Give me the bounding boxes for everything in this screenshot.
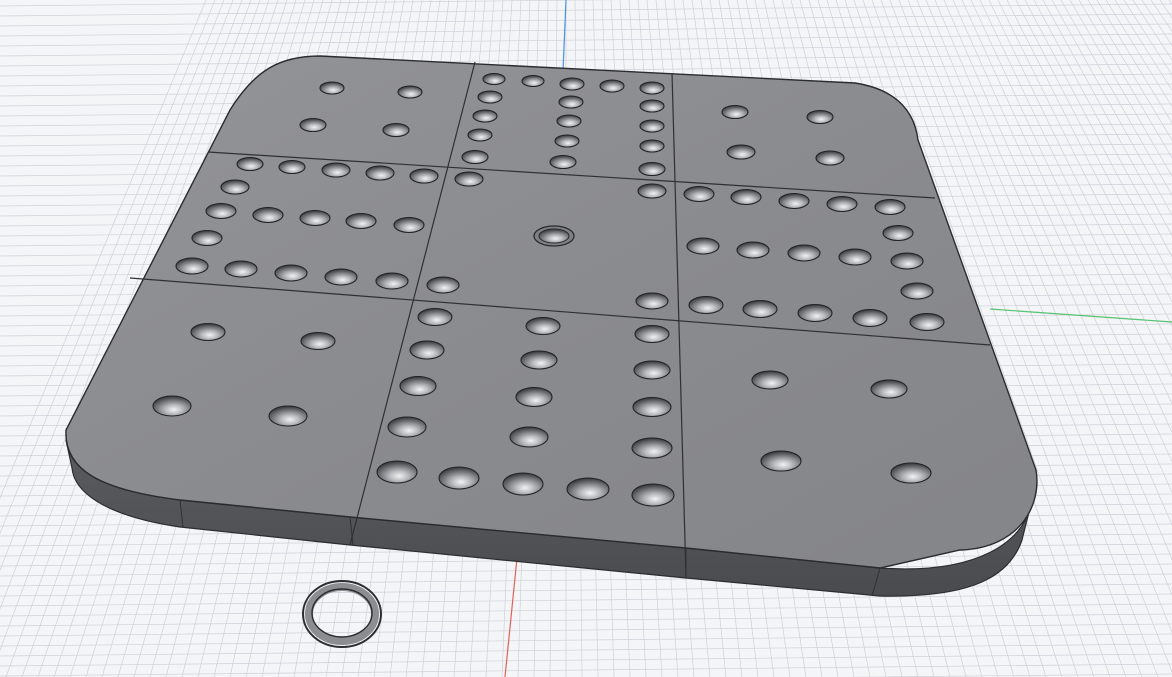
3d-viewport[interactable] <box>0 0 1172 677</box>
peg-hole <box>417 307 453 327</box>
peg-hole <box>890 252 924 270</box>
peg-hole <box>639 81 665 95</box>
peg-hole <box>515 386 553 408</box>
peg-hole <box>909 312 945 332</box>
peg-hole <box>509 426 549 448</box>
peg-hole <box>477 90 503 104</box>
peg-hole <box>190 322 226 342</box>
peg-hole <box>730 188 762 206</box>
peg-hole <box>376 460 418 484</box>
peg-hole <box>482 72 506 86</box>
peg-hole <box>686 237 720 255</box>
peg-hole <box>521 74 545 88</box>
peg-hole <box>815 150 845 166</box>
peg-hole <box>639 99 665 113</box>
peg-hole <box>554 134 580 148</box>
peg-hole <box>472 109 498 123</box>
peg-hole <box>382 122 410 138</box>
peg-hole <box>191 229 223 247</box>
peg-hole <box>205 202 237 220</box>
peg-hole <box>399 375 437 397</box>
peg-hole <box>300 331 336 351</box>
peg-hole <box>393 216 425 234</box>
peg-hole <box>299 117 327 133</box>
peg-hole <box>268 405 308 427</box>
peg-hole <box>319 81 345 95</box>
peg-hole <box>152 395 192 417</box>
center-hole[interactable] <box>533 225 575 247</box>
peg-hole <box>525 316 561 336</box>
peg-hole <box>838 248 872 266</box>
peg-hole <box>852 308 888 328</box>
peg-hole <box>559 77 585 91</box>
peg-hole <box>321 162 351 178</box>
peg-hole <box>631 437 673 459</box>
peg-hole <box>175 257 209 275</box>
peg-hole <box>797 303 833 323</box>
peg-hole <box>278 159 306 175</box>
peg-hole <box>454 171 484 187</box>
peg-hole <box>299 209 331 227</box>
peg-hole <box>760 450 802 472</box>
peg-hole <box>224 260 258 278</box>
peg-hole <box>438 466 480 490</box>
peg-hole <box>631 483 675 507</box>
peg-hole <box>397 85 423 99</box>
peg-hole <box>274 264 308 282</box>
peg-hole <box>688 295 724 315</box>
peg-hole <box>639 119 665 133</box>
peg-hole <box>220 179 250 195</box>
peg-hole <box>635 292 669 310</box>
peg-hole <box>683 185 715 203</box>
peg-hole <box>751 370 789 390</box>
peg-hole <box>365 165 395 181</box>
peg-hole <box>634 324 670 344</box>
peg-hole <box>426 276 460 294</box>
peg-hole <box>870 379 908 399</box>
peg-hole <box>409 168 439 184</box>
peg-hole <box>502 472 544 496</box>
peg-hole <box>387 416 427 438</box>
peg-hole <box>806 109 834 125</box>
peg-hole <box>787 244 821 262</box>
peg-hole <box>461 149 489 165</box>
peg-hole <box>549 154 577 170</box>
peg-hole <box>900 282 934 300</box>
peg-hole <box>375 272 409 290</box>
peg-hole <box>556 114 582 128</box>
peg-hole <box>882 224 914 242</box>
peg-hole <box>736 241 770 259</box>
peg-hole <box>638 161 666 177</box>
peg-hole <box>467 128 493 142</box>
peg-hole <box>632 396 672 418</box>
peg-hole <box>633 360 671 380</box>
peg-hole <box>236 156 264 172</box>
peg-hole <box>252 206 284 224</box>
viewport-canvas[interactable] <box>0 0 1172 677</box>
peg-hole <box>721 104 749 120</box>
peg-hole <box>637 183 667 199</box>
peg-hole <box>890 462 932 484</box>
peg-hole <box>324 268 358 286</box>
peg-hole <box>409 340 445 360</box>
peg-hole <box>599 79 625 93</box>
peg-hole <box>345 212 377 230</box>
peg-hole <box>874 198 906 216</box>
peg-hole <box>520 350 558 370</box>
peg-hole <box>726 144 756 160</box>
peg-hole <box>826 195 858 213</box>
peg-hole <box>778 192 810 210</box>
peg-hole <box>558 95 584 109</box>
peg-hole <box>639 139 665 153</box>
peg-hole <box>566 477 610 501</box>
peg-hole <box>742 299 778 319</box>
